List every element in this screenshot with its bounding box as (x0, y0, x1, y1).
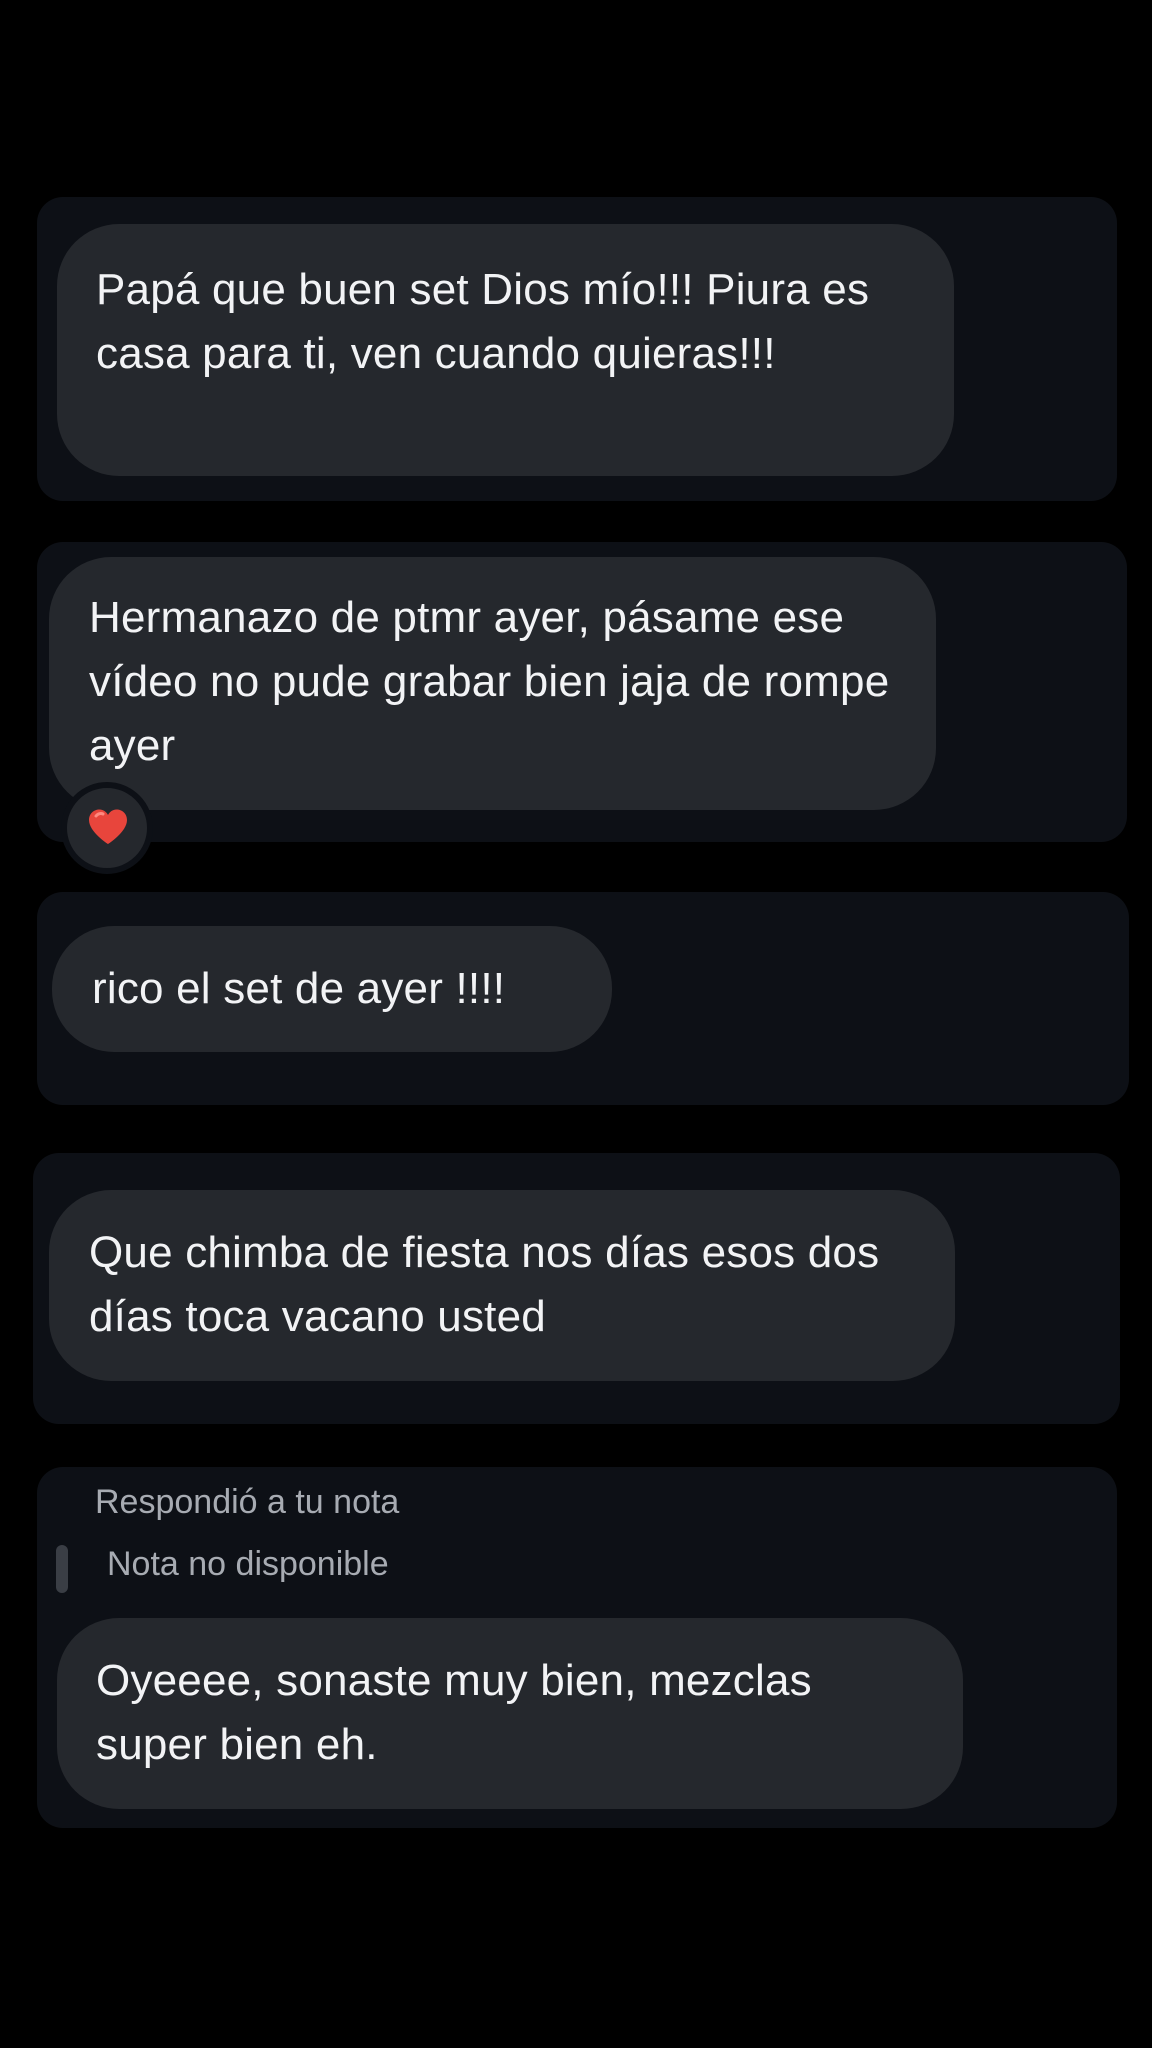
message-bubble-4[interactable]: Que chimba de fiesta nos días esos dos d… (49, 1190, 955, 1381)
message-text: Hermanazo de ptmr ayer, pásame ese vídeo… (89, 593, 890, 770)
message-bubble-5[interactable]: Oyeeee, sonaste muy bien, mezclas super … (57, 1618, 963, 1809)
message-bubble-3[interactable]: rico el set de ayer !!!! (52, 926, 612, 1052)
message-card-2: Hermanazo de ptmr ayer, pásame ese vídeo… (37, 542, 1127, 874)
quote-bar (56, 1545, 68, 1593)
message-card-3: rico el set de ayer !!!! (37, 892, 1129, 1105)
heart-icon (89, 809, 127, 844)
message-card-5: Respondió a tu nota Nota no disponible O… (37, 1467, 1117, 1828)
message-card-4: Que chimba de fiesta nos días esos dos d… (33, 1153, 1120, 1424)
message-text: Oyeeee, sonaste muy bien, mezclas super … (96, 1656, 812, 1769)
quoted-note[interactable]: Nota no disponible (107, 1545, 389, 1584)
heart-reaction[interactable] (61, 782, 153, 874)
message-card-1: Papá que buen set Dios mío!!! Piura es c… (37, 197, 1117, 501)
message-text: rico el set de ayer !!!! (92, 964, 506, 1013)
message-text: Que chimba de fiesta nos días esos dos d… (89, 1228, 880, 1341)
reply-label: Respondió a tu nota (95, 1483, 400, 1521)
message-bubble-1[interactable]: Papá que buen set Dios mío!!! Piura es c… (57, 224, 954, 476)
message-text: Papá que buen set Dios mío!!! Piura es c… (96, 265, 870, 378)
message-bubble-2[interactable]: Hermanazo de ptmr ayer, pásame ese vídeo… (49, 557, 936, 810)
